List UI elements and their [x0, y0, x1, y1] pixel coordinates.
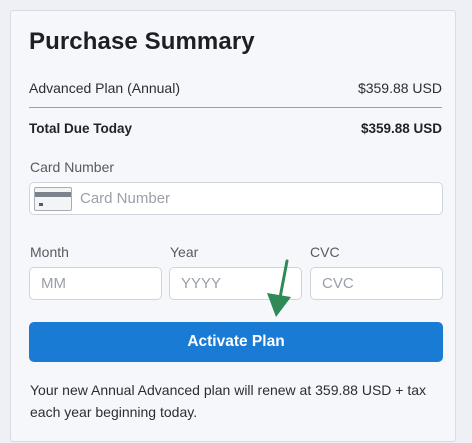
- month-label: Month: [30, 244, 69, 260]
- year-label: Year: [170, 244, 199, 260]
- renewal-note: Your new Annual Advanced plan will renew…: [30, 382, 427, 420]
- month-field[interactable]: [29, 267, 162, 300]
- summary-divider: [29, 107, 442, 108]
- total-line-item: Total Due Today $359.88 USD: [29, 121, 442, 136]
- activate-plan-button[interactable]: Activate Plan: [29, 322, 443, 362]
- cvc-field[interactable]: [310, 267, 443, 300]
- card-number-label: Card Number: [30, 159, 115, 175]
- purchase-summary-card: Purchase Summary Advanced Plan (Annual) …: [10, 10, 456, 442]
- plan-label: Advanced Plan (Annual): [29, 80, 180, 96]
- total-price: $359.88 USD: [360, 121, 442, 136]
- cvc-input[interactable]: [322, 275, 442, 292]
- month-input[interactable]: [41, 275, 161, 292]
- card-number-field[interactable]: [29, 182, 443, 215]
- total-label: Total Due Today: [29, 121, 133, 136]
- plan-price: $359.88 USD: [357, 80, 442, 96]
- arrow-down-icon: [267, 259, 291, 317]
- page-title: Purchase Summary: [29, 28, 255, 55]
- card-number-input[interactable]: [80, 190, 442, 207]
- credit-card-icon: [34, 186, 72, 211]
- cvc-label: CVC: [310, 244, 340, 260]
- plan-line-item: Advanced Plan (Annual) $359.88 USD: [29, 80, 442, 96]
